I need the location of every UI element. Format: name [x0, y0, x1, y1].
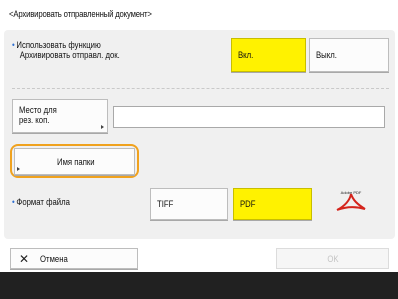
save-location-field[interactable] [113, 106, 385, 128]
save-location-label-line2: рез. коп. [19, 115, 50, 125]
tiff-label: TIFF [157, 199, 174, 209]
save-location-label: Место для рез. коп. [19, 105, 57, 125]
pdf-label: PDF [240, 199, 256, 209]
archive-label-line2: Архивировать отправл. док. [19, 50, 120, 60]
file-format-text: Формат файла [16, 197, 70, 207]
archive-function-label: • Использовать функцию Архивировать отпра… [12, 40, 120, 60]
svg-text:Adobe PDF: Adobe PDF [341, 190, 362, 195]
cancel-button[interactable]: ✕ Отмена [10, 248, 138, 269]
format-pdf-button[interactable]: PDF [233, 188, 312, 220]
folder-name-button[interactable]: Имя папки [14, 148, 135, 175]
bullet-icon: • [12, 197, 15, 207]
bullet-icon: • [12, 40, 15, 50]
folder-name-label: Имя папки [57, 156, 95, 167]
close-icon: ✕ [19, 252, 30, 266]
archive-on-label: Вкл. [238, 50, 254, 60]
corner-arrow-icon [101, 125, 104, 129]
ok-button[interactable]: OK [276, 248, 389, 269]
cancel-label: Отмена [40, 253, 68, 264]
archive-off-label: Выкл. [316, 50, 337, 60]
adobe-pdf-icon: Adobe PDF [336, 190, 366, 211]
status-bar [0, 272, 398, 299]
page-title: <Архивировать отправленный документ> [9, 9, 152, 19]
ok-label: OK [326, 253, 339, 264]
file-format-label: • Формат файла [12, 197, 70, 207]
separator [12, 88, 389, 89]
archive-off-button[interactable]: Выкл. [309, 38, 389, 72]
corner-arrow-icon [17, 167, 20, 171]
save-location-label-line1: Место для [19, 105, 57, 115]
save-location-button[interactable]: Место для рез. коп. [12, 99, 108, 133]
archive-label-line1: Использовать функцию [16, 40, 101, 50]
archive-on-button[interactable]: Вкл. [231, 38, 306, 72]
format-tiff-button[interactable]: TIFF [150, 188, 228, 220]
